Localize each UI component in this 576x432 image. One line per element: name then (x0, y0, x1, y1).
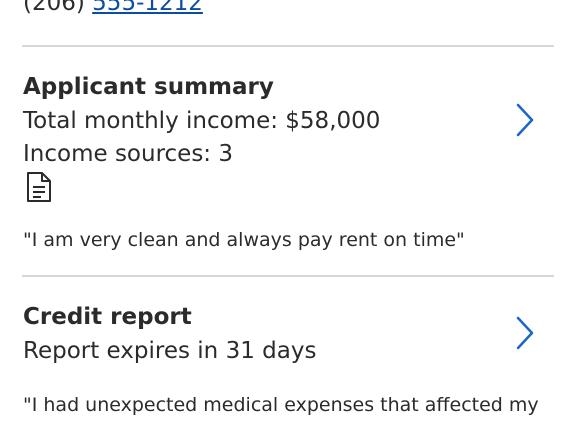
phone-number-line: (206) 555-1212 (23, 0, 203, 18)
document-icon[interactable] (25, 171, 53, 203)
credit-report-title: Credit report (23, 304, 192, 330)
applicant-summary-title: Applicant summary (23, 74, 274, 100)
applicant-quote: "I am very clean and always pay rent on … (23, 229, 465, 251)
chevron-right-icon[interactable] (508, 100, 542, 140)
credit-quote: "I had unexpected medical expenses that … (23, 394, 539, 416)
phone-number-link[interactable]: 555-1212 (92, 0, 203, 16)
report-expiry: Report expires in 31 days (23, 338, 317, 364)
income-sources: Income sources: 3 (23, 141, 233, 167)
application-detail-page: (206) 555-1212 Applicant summary Total m… (0, 0, 576, 432)
phone-prefix: (206) (23, 0, 93, 16)
chevron-right-icon[interactable] (508, 313, 542, 353)
section-divider (22, 45, 554, 47)
total-monthly-income: Total monthly income: $58,000 (23, 108, 381, 134)
section-divider (22, 275, 554, 277)
